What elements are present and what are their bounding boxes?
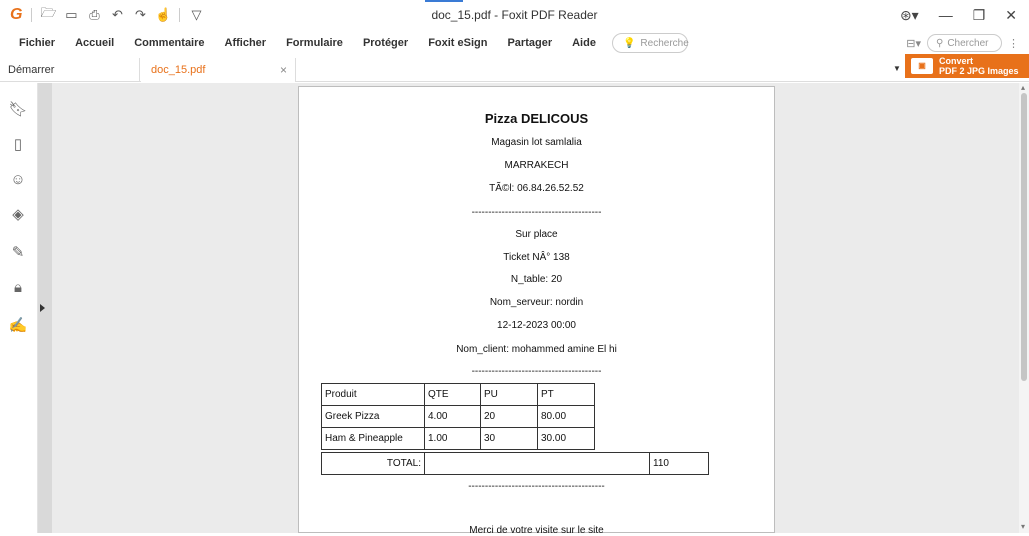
find-input[interactable]: ⚲ Chercher	[927, 34, 1002, 52]
layers-icon[interactable]: ◈	[9, 205, 27, 223]
receipt-separator: ---------------------------------------	[471, 366, 602, 377]
menu-commentaire[interactable]: Commentaire	[124, 37, 214, 49]
image-convert-icon: ▣	[911, 58, 933, 74]
find-options-icon[interactable]: ⊟▾	[906, 37, 921, 50]
menu-accueil[interactable]: Accueil	[65, 37, 124, 49]
tab-close-icon[interactable]: ×	[280, 58, 287, 82]
account-icon[interactable]: ⊛▾	[900, 7, 919, 24]
menu-bar: Fichier Accueil Commentaire Afficher For…	[0, 30, 1029, 56]
redo-icon[interactable]: ↷	[133, 7, 147, 22]
convert-pdf-jpg-button[interactable]: ▣ Convert PDF 2 JPG Images	[905, 54, 1029, 78]
receipt-address: Magasin lot samlalia	[491, 137, 582, 148]
find-placeholder: Chercher	[947, 37, 989, 49]
menu-aide[interactable]: Aide	[562, 37, 606, 49]
signature-icon[interactable]: ✍	[9, 316, 28, 334]
comments-icon[interactable]: ☺	[9, 170, 27, 188]
customize-toolbar-icon[interactable]: ▽	[189, 7, 203, 22]
convert-label: Convert PDF 2 JPG Images	[939, 56, 1019, 76]
tab-doc-label: doc_15.pdf	[151, 64, 206, 76]
table-cell: Greek Pizza	[321, 405, 425, 428]
menu-foxit-esign[interactable]: Foxit eSign	[418, 37, 497, 49]
table-header-cell: QTE	[424, 383, 481, 406]
attachment-icon[interactable]: ✎	[9, 243, 27, 261]
table-header-cell: PT	[537, 383, 595, 406]
table-header-cell: PU	[480, 383, 538, 406]
bookmark-icon[interactable]: 🔖︎	[8, 100, 27, 118]
table-cell: 30	[480, 427, 538, 450]
receipt-table-number: N_table: 20	[510, 274, 563, 285]
table-cell: 80.00	[537, 405, 595, 428]
vertical-scrollbar[interactable]: ▴ ▾	[1019, 83, 1029, 533]
menu-afficher[interactable]: Afficher	[215, 37, 277, 49]
save-icon[interactable]: ▭	[64, 7, 78, 22]
find-controls: ⊟▾ ⚲ Chercher ⋮	[906, 30, 1019, 56]
expand-panel-arrow-icon[interactable]	[40, 304, 45, 312]
window-controls: ⊛▾ — ❐ ✕	[900, 0, 1029, 30]
table-row: Ham & Pineapple 1.00 30 30.00	[321, 427, 595, 450]
pages-icon[interactable]: ▯	[9, 135, 27, 153]
recherche-placeholder: Recherche	[640, 37, 689, 49]
hand-tool-icon[interactable]: ☝	[155, 7, 171, 22]
receipt-title: Pizza DELICOUS	[484, 111, 589, 126]
receipt-server: Nom_serveur: nordin	[489, 297, 584, 308]
total-row: TOTAL: 110	[321, 452, 709, 475]
pdf-page: Pizza DELICOUS Magasin lot samlalia MARR…	[298, 86, 775, 536]
restore-icon[interactable]: ❐	[973, 7, 986, 24]
security-icon[interactable]: 🔒︎	[9, 278, 27, 296]
toolbar-divider	[179, 8, 181, 22]
total-value: 110	[649, 452, 709, 475]
tab-doc[interactable]: doc_15.pdf ×	[141, 58, 296, 82]
menu-partager[interactable]: Partager	[497, 37, 562, 49]
receipt-mode: Sur place	[515, 229, 558, 240]
toolbar-divider	[31, 8, 33, 22]
bulb-icon: 💡	[622, 37, 636, 49]
menu-fichier[interactable]: Fichier	[0, 37, 65, 49]
receipt-total-table: TOTAL: 110	[321, 452, 709, 475]
convert-line2: PDF 2 JPG Images	[939, 66, 1019, 76]
tab-list-dropdown-icon[interactable]: ▼	[893, 64, 901, 73]
table-cell: 4.00	[424, 405, 481, 428]
tab-bar: Démarrer doc_15.pdf × ▼	[0, 58, 1029, 82]
receipt-items-table: Produit QTE PU PT Greek Pizza 4.00 20 80…	[321, 383, 595, 450]
table-cell: Ham & Pineapple	[321, 427, 425, 450]
left-sidebar: 🔖︎ ▯ ☺ ◈ ✎ 🔒︎ ✍	[0, 83, 38, 533]
menu-formulaire[interactable]: Formulaire	[276, 37, 353, 49]
receipt-ticket: Ticket NÂ° 138	[503, 252, 570, 263]
receipt-footer: Merci de votre visite sur le site	[469, 525, 604, 536]
table-header-cell: Produit	[321, 383, 425, 406]
menu-proteger[interactable]: Protéger	[353, 37, 418, 49]
minimize-icon[interactable]: —	[939, 7, 953, 23]
recherche-search[interactable]: 💡 Recherche	[611, 33, 689, 53]
table-cell: 20	[480, 405, 538, 428]
receipt-client: Nom_client: mohammed amine El hi	[456, 344, 617, 355]
quick-access-toolbar: G 🗁 ▭ ⎙ ↶ ↷ ☝ ▽	[0, 5, 203, 24]
table-cell: 1.00	[424, 427, 481, 450]
receipt-phone: TÃ©l: 06.84.26.52.52	[489, 183, 584, 194]
open-folder-icon[interactable]: 🗁	[40, 5, 56, 22]
scroll-up-icon[interactable]: ▴	[1021, 83, 1025, 92]
receipt-city: MARRAKECH	[504, 160, 569, 171]
receipt-datetime: 12-12-2023 00:00	[497, 320, 576, 331]
scroll-down-icon[interactable]: ▾	[1021, 522, 1025, 531]
print-icon[interactable]: ⎙	[87, 7, 101, 22]
table-row: Greek Pizza 4.00 20 80.00	[321, 405, 595, 428]
scrollbar-thumb[interactable]	[1021, 93, 1027, 381]
table-cell: 30.00	[537, 427, 595, 450]
total-label: TOTAL:	[321, 452, 425, 475]
table-header-row: Produit QTE PU PT	[321, 383, 595, 406]
title-bar: G 🗁 ▭ ⎙ ↶ ↷ ☝ ▽	[0, 0, 1029, 30]
title-accent-bar	[425, 0, 463, 2]
total-spacer	[424, 452, 650, 475]
receipt-separator: ----------------------------------------…	[468, 481, 605, 492]
tab-demarrer[interactable]: Démarrer	[0, 58, 140, 82]
search-icon: ⚲	[936, 37, 944, 49]
more-options-icon[interactable]: ⋮	[1008, 37, 1019, 50]
convert-line1: Convert	[939, 56, 974, 66]
receipt-separator: ---------------------------------------	[471, 207, 602, 218]
undo-icon[interactable]: ↶	[110, 7, 124, 22]
close-icon[interactable]: ✕	[1005, 7, 1017, 24]
foxit-logo-icon[interactable]: G	[10, 6, 22, 24]
